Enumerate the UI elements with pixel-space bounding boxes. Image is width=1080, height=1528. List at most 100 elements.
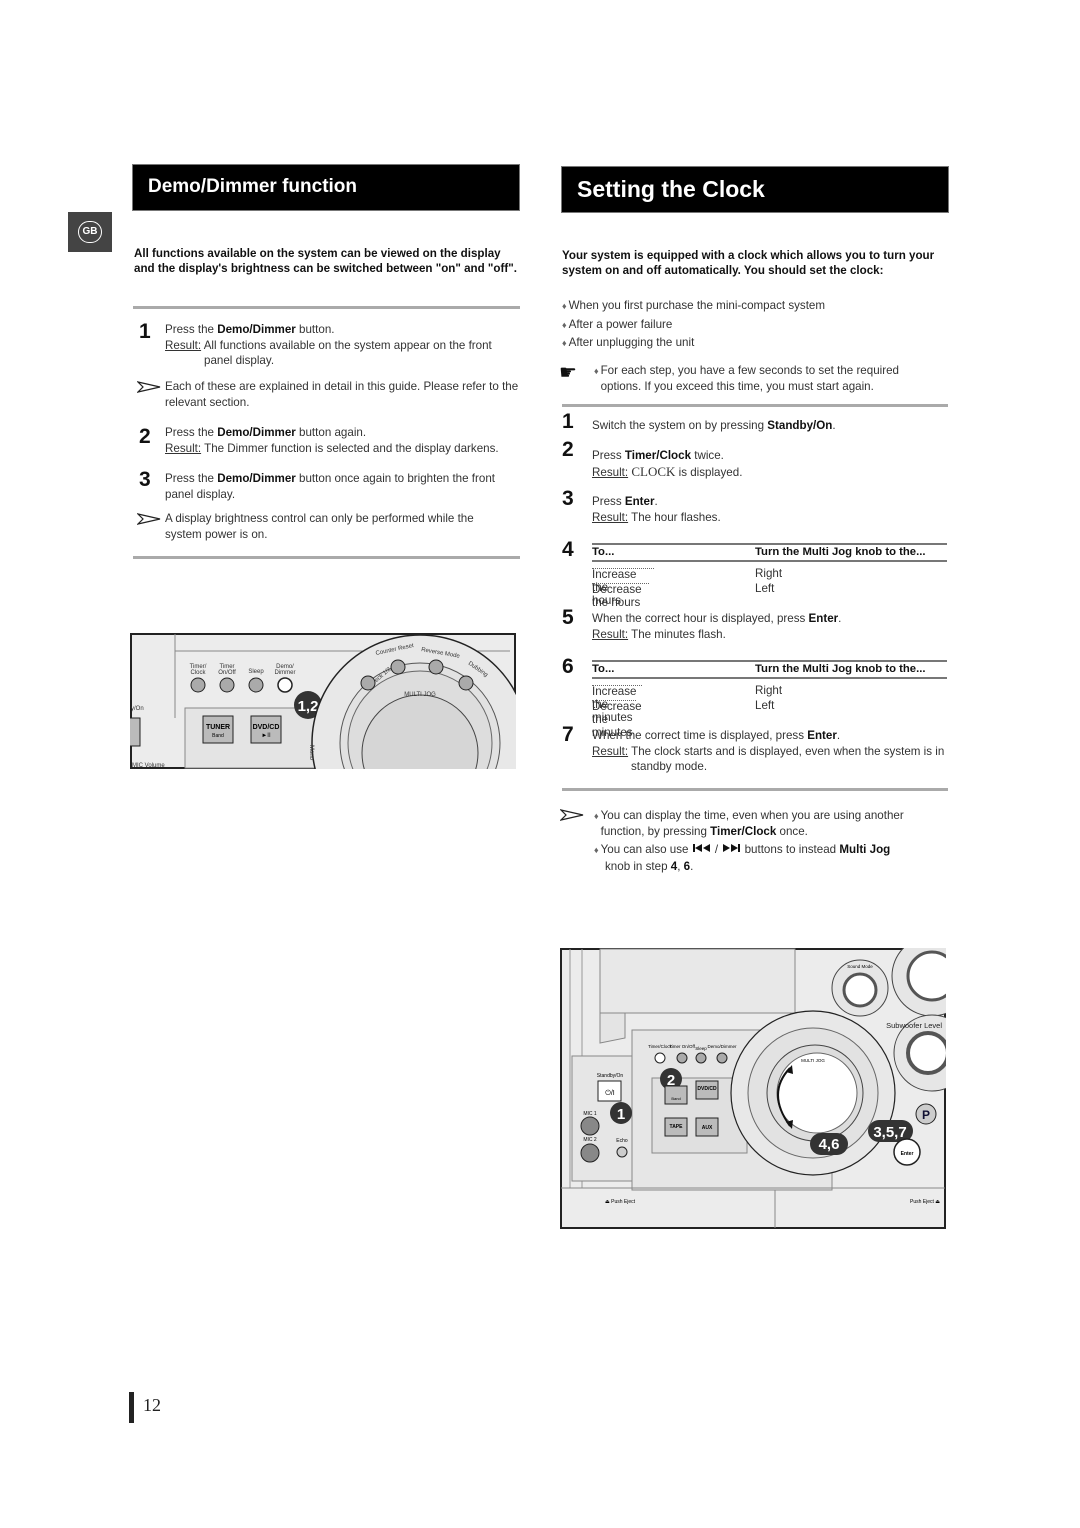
- bullet-item: ♦ When you first purchase the mini-compac…: [562, 297, 948, 316]
- note-text: For each step, you have a few seconds to…: [600, 364, 899, 393]
- result-text: standby mode.: [631, 760, 708, 773]
- step-text: Press the: [165, 426, 218, 439]
- result-label: Result:: [165, 338, 202, 352]
- step-3-text: Press Enter. Result: The hour flashes.: [592, 494, 721, 525]
- result-label: Result:: [592, 627, 629, 641]
- result-text: is displayed.: [675, 465, 743, 479]
- multi-jog-label: MULTI JOG: [801, 1058, 825, 1063]
- display-text: CLOCK: [631, 463, 676, 479]
- intro-text: All functions available on the system ca…: [134, 247, 517, 276]
- step-bold: Enter: [624, 495, 655, 508]
- step-text: Press the: [165, 472, 218, 485]
- play-pause-label: ►II: [261, 733, 271, 739]
- band-label: Band: [212, 733, 224, 739]
- sleep-button: [248, 677, 264, 693]
- table-row: Decrease the hours Left: [592, 581, 947, 609]
- step-text: Press the: [165, 323, 218, 336]
- result-label: Result:: [165, 441, 202, 455]
- standby-label: Standby/On: [597, 1073, 624, 1079]
- step-text: button.: [295, 323, 335, 336]
- table-header: To... Turn the Multi Jog knob to the...: [592, 543, 947, 562]
- standby-label: y/On: [131, 706, 144, 712]
- skip-back-icon: [692, 844, 710, 852]
- step-text: When the correct hour is displayed, pres…: [592, 612, 809, 625]
- diamond-bullet-icon: ♦: [594, 366, 599, 376]
- step-3-text: Press the Demo/Dimmer button once again …: [165, 471, 505, 502]
- demo-dimmer-button: [277, 677, 293, 693]
- tip-text: buttons to instead: [741, 843, 840, 856]
- power-icon: ⏻/I: [605, 1089, 614, 1097]
- result-text: The Dimmer function is selected and the …: [204, 441, 499, 455]
- divider: [562, 788, 948, 791]
- band-label: Band: [671, 1096, 680, 1101]
- step-bold: Demo/Dimmer: [217, 472, 296, 485]
- step-number: 1: [139, 320, 151, 343]
- step-text: Press: [592, 495, 625, 508]
- direction-cell: Left: [755, 699, 775, 712]
- enter-button-label: Enter: [901, 1151, 914, 1157]
- divider: [133, 306, 520, 309]
- arrow-note-icon: [560, 809, 584, 821]
- tip-bold: Timer/Clock: [710, 824, 777, 838]
- step-1-text: Press the Demo/Dimmer button. Result: Al…: [165, 322, 520, 369]
- bullet-text: After unplugging the unit: [568, 336, 695, 349]
- bullet-item: ♦ After unplugging the unit: [562, 334, 948, 353]
- demo-dimmer-label: Demo/Dimmer: [707, 1044, 737, 1049]
- column-header: Turn the Multi Jog knob to the...: [755, 546, 926, 558]
- tape-label: TAPE: [670, 1124, 684, 1130]
- arrow-note-icon: [137, 513, 161, 525]
- step-number: 4: [562, 538, 574, 561]
- timer-onoff-button: [219, 677, 235, 693]
- front-panel-illustration-demo-dimmer: Timer/ Clock Timer On/Off Sleep Demo/ Di…: [130, 633, 516, 769]
- callout-label: 3,5,7: [873, 1124, 906, 1141]
- note-text: A display brightness control can only be…: [165, 512, 474, 541]
- column-header: Turn the Multi Jog knob to the...: [755, 663, 926, 675]
- page-number-bar: [129, 1392, 134, 1423]
- result-label: Result:: [592, 744, 629, 758]
- step-bold: Demo/Dimmer: [217, 323, 296, 336]
- section-title: Demo/Dimmer function: [148, 176, 358, 197]
- step-text: button again.: [295, 426, 367, 439]
- subwoofer-label: Subwoofer Level: [886, 1021, 942, 1030]
- step-2-text: Press the Demo/Dimmer button again. Resu…: [165, 425, 520, 456]
- tip-text: once.: [776, 824, 808, 838]
- step-1-text: Switch the system on by pressing Standby…: [592, 418, 836, 434]
- callout-label: 1,2: [298, 698, 319, 715]
- step-text: Press: [592, 449, 625, 462]
- table-row: Decrease the minutes Left: [592, 698, 947, 739]
- step-bold: Standby/On: [767, 419, 833, 432]
- step-text: .: [836, 729, 841, 742]
- push-eject-label: ⏏ Push Eject: [605, 1199, 636, 1205]
- step-number: 1: [562, 410, 574, 433]
- page-number: 12: [143, 1395, 161, 1415]
- direction-cell: Right: [755, 567, 783, 580]
- step-bold: Enter: [807, 729, 837, 742]
- mic2-label: MIC 2: [583, 1137, 597, 1143]
- table-header: To... Turn the Multi Jog knob to the...: [592, 660, 947, 679]
- section-title: Setting the Clock: [577, 176, 765, 202]
- bullet-text: When you first purchase the mini-compact…: [568, 299, 826, 312]
- column-header: To...: [592, 546, 615, 558]
- divider: [133, 556, 520, 559]
- step-number: 2: [562, 438, 574, 461]
- multi-jog-label: MULTI JOG: [404, 692, 436, 698]
- step-bold: Timer/Clock: [624, 449, 692, 462]
- note-text: Each of these are explained in detail in…: [165, 380, 519, 409]
- sleep-label: Sleep: [695, 1046, 707, 1051]
- svg-text:P: P: [922, 1108, 930, 1122]
- aux-label: AUX: [702, 1125, 713, 1131]
- diamond-bullet-icon: ♦: [562, 319, 567, 330]
- step-text: .: [654, 495, 658, 508]
- result-text: All functions available on the system ap…: [203, 338, 492, 352]
- table-row: Increase the minutes Right: [592, 683, 947, 724]
- divider: [562, 404, 948, 407]
- pointing-hand-icon: ☛: [559, 362, 577, 384]
- sleep-label: Sleep: [248, 669, 264, 675]
- step-text: .: [832, 419, 836, 432]
- echo-label: Echo: [616, 1138, 628, 1144]
- tip-1: ♦ You can display the time, even when you…: [594, 808, 939, 839]
- result-label: Result:: [592, 465, 629, 479]
- step-text: .: [838, 612, 842, 625]
- mono-label: Mono: [308, 745, 314, 761]
- language-badge: GB: [68, 212, 112, 252]
